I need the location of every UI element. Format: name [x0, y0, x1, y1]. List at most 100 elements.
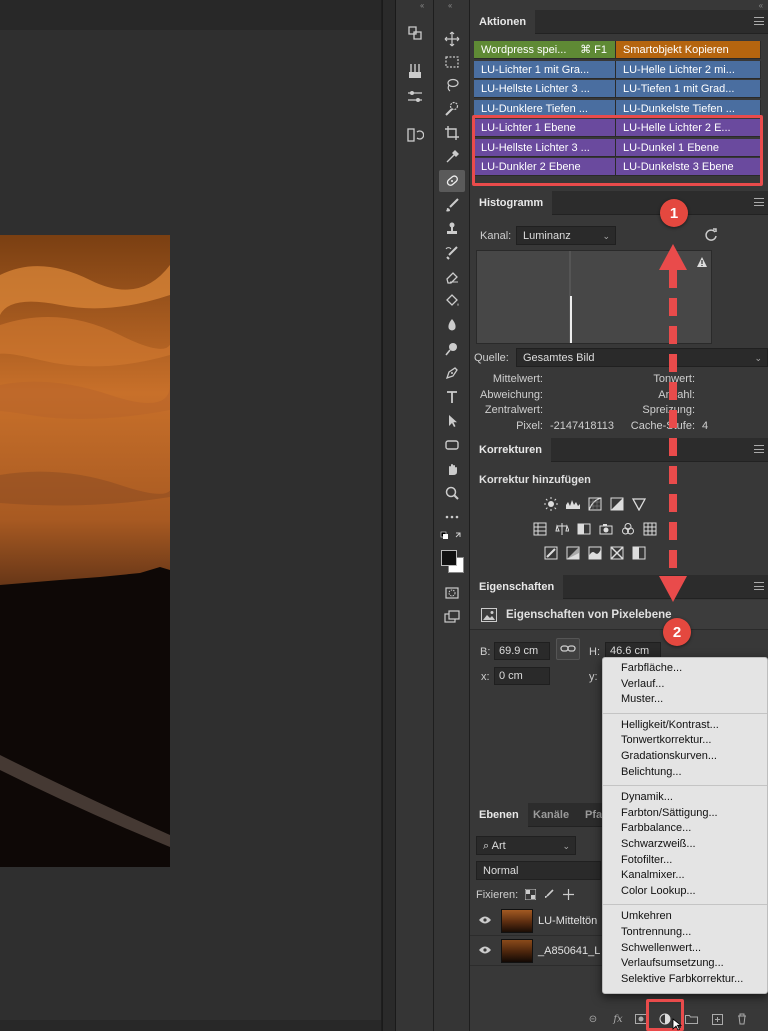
selective-color-icon[interactable]	[631, 546, 646, 560]
collapse-chevron-icon[interactable]: ‹‹	[448, 1, 452, 10]
action-button[interactable]: LU-Hellste Lichter 3 ...	[474, 80, 616, 98]
color-balance-icon[interactable]	[554, 522, 569, 536]
photo-filter-icon[interactable]	[598, 522, 613, 536]
eye-icon[interactable]	[478, 945, 492, 955]
tab-corrections[interactable]: Korrekturen	[470, 438, 551, 462]
menu-item[interactable]: Dynamik...	[621, 791, 673, 803]
posterize-icon[interactable]	[565, 546, 580, 560]
panel-menu-icon[interactable]	[754, 17, 764, 25]
channel-mixer-icon[interactable]	[620, 522, 635, 536]
menu-item[interactable]: Farbbalance...	[621, 822, 691, 834]
brightness-icon[interactable]	[543, 497, 558, 511]
blend-mode-select[interactable]: Normal	[476, 861, 601, 880]
menu-item[interactable]: Selektive Farbkorrektur...	[621, 973, 743, 985]
warning-icon[interactable]	[696, 256, 708, 268]
menu-item[interactable]: Schwellenwert...	[621, 942, 701, 954]
gradient-map-icon[interactable]	[609, 546, 624, 560]
new-layer-icon[interactable]	[710, 1012, 724, 1026]
action-button[interactable]: Smartobjekt Kopieren	[616, 41, 761, 59]
panel-menu-icon[interactable]	[754, 198, 764, 206]
black-white-icon[interactable]	[576, 522, 591, 536]
hue-saturation-icon[interactable]	[532, 522, 547, 536]
menu-item[interactable]: Kanalmixer...	[621, 869, 685, 881]
tab-actions[interactable]: Aktionen	[470, 10, 536, 34]
tab-properties[interactable]: Eigenschaften	[470, 575, 564, 599]
eye-icon[interactable]	[478, 915, 492, 925]
vibrance-icon[interactable]	[631, 497, 646, 511]
eraser-tool-icon[interactable]	[439, 266, 465, 288]
collapse-chevron-icon[interactable]: ‹‹	[759, 1, 763, 10]
menu-item[interactable]: Gradationskurven...	[621, 750, 717, 762]
quick-selection-tool-icon[interactable]	[439, 98, 465, 120]
trash-icon[interactable]	[735, 1012, 749, 1026]
menu-item[interactable]: Tonwertkorrektur...	[621, 734, 711, 746]
menu-item[interactable]: Umkehren	[621, 910, 672, 922]
panel-menu-icon[interactable]	[754, 445, 764, 453]
menu-item[interactable]: Muster...	[621, 693, 663, 705]
sunset-photo[interactable]	[0, 235, 170, 867]
width-field[interactable]: 69.9 cm	[494, 642, 550, 660]
clone-stamp-tool-icon[interactable]	[439, 218, 465, 240]
channel-select[interactable]: Luminanz ⌄	[516, 226, 616, 245]
marquee-tool-icon[interactable]	[439, 51, 465, 73]
x-field[interactable]: 0 cm	[494, 667, 550, 685]
panel-menu-icon[interactable]	[754, 582, 764, 590]
invert-icon[interactable]	[543, 546, 558, 560]
menu-item[interactable]: Tontrennung...	[621, 926, 691, 938]
refresh-icon[interactable]	[704, 228, 720, 244]
exposure-icon[interactable]	[609, 497, 624, 511]
lasso-tool-icon[interactable]	[439, 74, 465, 96]
quick-mask-icon[interactable]	[439, 582, 465, 604]
action-button[interactable]: LU-Helle Lichter 2 mi...	[616, 60, 761, 79]
fx-icon[interactable]: fx	[611, 1012, 625, 1026]
screen-mode-icon[interactable]	[439, 606, 465, 628]
lock-pixels-icon[interactable]	[544, 889, 556, 901]
paint-bucket-tool-icon[interactable]	[439, 290, 465, 312]
action-button[interactable]: LU-Tiefen 1 mit Grad...	[616, 80, 761, 98]
menu-item[interactable]: Belichtung...	[621, 766, 682, 778]
menu-item[interactable]: Color Lookup...	[621, 885, 696, 897]
threshold-icon[interactable]	[587, 546, 602, 560]
path-selection-tool-icon[interactable]	[439, 410, 465, 432]
default-colors-icon[interactable]	[439, 530, 465, 544]
menu-item[interactable]: Verlaufsumsetzung...	[621, 957, 724, 969]
brush-tool-icon[interactable]	[439, 194, 465, 216]
menu-item[interactable]: Farbton/Sättigung...	[621, 807, 718, 819]
hand-tool-icon[interactable]	[439, 458, 465, 480]
pen-tool-icon[interactable]	[439, 362, 465, 384]
menu-item[interactable]: Verlauf...	[621, 678, 664, 690]
curves-icon[interactable]	[587, 497, 602, 511]
source-select[interactable]: Gesamtes Bild ⌄	[516, 348, 768, 367]
link-icon[interactable]	[556, 638, 580, 660]
action-button[interactable]: Wordpress spei... ⌘ F1	[474, 41, 616, 59]
foreground-color-swatch[interactable]	[441, 550, 457, 566]
history-brush-tool-icon[interactable]	[439, 242, 465, 264]
menu-item[interactable]: Farbfläche...	[621, 662, 682, 674]
menu-item[interactable]: Schwarzweiß...	[621, 838, 696, 850]
brush-presets-icon[interactable]	[402, 58, 428, 84]
more-tools-icon[interactable]	[439, 506, 465, 528]
eyedropper-tool-icon[interactable]	[439, 146, 465, 168]
blur-tool-icon[interactable]	[439, 314, 465, 336]
tab-channels[interactable]: Kanäle	[524, 803, 578, 827]
healing-brush-tool-icon[interactable]	[439, 170, 465, 192]
collapse-chevron-icon[interactable]: ‹‹	[420, 1, 424, 10]
action-button[interactable]: LU-Lichter 1 mit Gra...	[474, 60, 616, 79]
canvas-area[interactable]	[0, 0, 382, 1031]
history-icon[interactable]	[402, 122, 428, 148]
layer-filter-select[interactable]: ⌕ Art ⌄	[476, 836, 576, 855]
menu-item[interactable]: Helligkeit/Kontrast...	[621, 719, 719, 731]
lock-position-icon[interactable]	[563, 889, 575, 901]
type-tool-icon[interactable]	[439, 386, 465, 408]
panel-dock-strip[interactable]	[382, 0, 396, 1031]
tab-histogram[interactable]: Histogramm	[470, 191, 553, 215]
zoom-tool-icon[interactable]	[439, 482, 465, 504]
move-tool-icon[interactable]	[439, 28, 465, 50]
new-group-icon[interactable]	[684, 1012, 698, 1026]
levels-icon[interactable]	[565, 497, 580, 511]
menu-item[interactable]: Fotofilter...	[621, 854, 672, 866]
color-swatches[interactable]	[439, 548, 465, 574]
rectangle-tool-icon[interactable]	[439, 434, 465, 456]
libraries-icon[interactable]	[402, 20, 428, 46]
crop-tool-icon[interactable]	[439, 122, 465, 144]
